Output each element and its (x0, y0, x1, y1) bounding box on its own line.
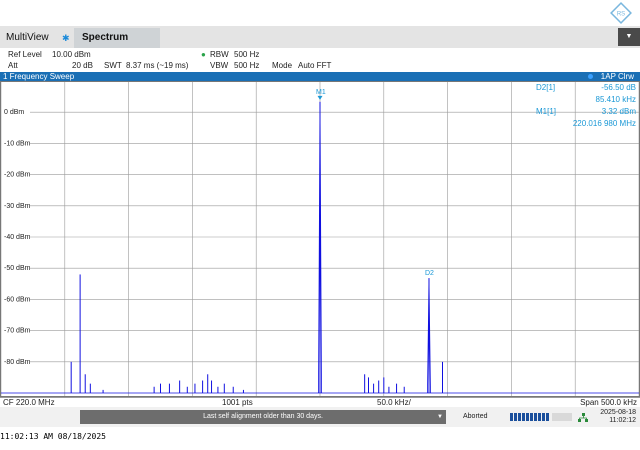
dropdown-menu-button[interactable]: ▼ (618, 28, 640, 46)
swt-label: SWT (104, 61, 122, 70)
status-time: 11:02:12 (609, 417, 636, 424)
marker-d2-label: D2 (425, 270, 434, 277)
top-bar: RS (0, 0, 640, 26)
spectrum-analyzer-window: RS MultiView ✱ Spectrum ▼ Ref Level 10.0… (0, 0, 640, 450)
network-icon (578, 413, 588, 422)
ref-level-label: Ref Level (8, 50, 42, 59)
swt-value[interactable]: 8.37 ms (~19 ms) (126, 61, 188, 70)
tab-multiview[interactable]: MultiView (6, 28, 49, 48)
status-date: 2025-08-18 (600, 409, 636, 416)
marker-freq: 220.016 980 MHz (572, 119, 636, 128)
progress-bar-remaining (552, 413, 572, 421)
y-tick-label: -80 dBm (4, 359, 31, 366)
y-tick-label: -20 dBm (4, 172, 31, 179)
y-tick-label: -50 dBm (4, 265, 31, 272)
marker-m1-label: M1 (316, 89, 326, 96)
footer-timestamp: 11:02:13 AM 08/18/2025 (0, 432, 106, 441)
chevron-down-icon[interactable]: ▼ (437, 410, 443, 424)
sweep-title: 1 Frequency Sweep (3, 72, 75, 81)
mode-value[interactable]: Auto FFT (298, 61, 331, 70)
rbw-indicator-icon: ● (201, 50, 206, 59)
spectrum-plot[interactable]: 0 dBm -10 dBm -20 dBm -30 dBm -40 dBm -50 dBm… (0, 81, 640, 397)
status-message-text: Last self alignment older than 30 days. (203, 413, 323, 420)
tab-spectrum[interactable]: Spectrum (74, 28, 160, 48)
marker-row-m1: M1[1] 3.32 dBm (516, 107, 636, 119)
vbw-value[interactable]: 500 Hz (234, 61, 259, 70)
trace-indicator-icon (588, 74, 593, 79)
y-tick-label: -70 dBm (4, 328, 31, 335)
measurement-settings: Ref Level 10.00 dBm Att 20 dB SWT 8.37 m… (0, 48, 640, 72)
ref-level-value[interactable]: 10.00 dBm (52, 50, 91, 59)
y-tick-label: -40 dBm (4, 234, 31, 241)
rbw-label: RBW (210, 50, 229, 59)
status-message[interactable]: Last self alignment older than 30 days. … (80, 410, 446, 424)
marker-value: -56.50 dB (601, 83, 636, 92)
progress-bar (510, 413, 550, 421)
rs-logo-icon: RS (610, 2, 632, 24)
marker-row-d2-freq: 85.410 kHz (516, 95, 636, 107)
marker-freq: 85.410 kHz (595, 95, 636, 104)
marker-name: M1[1] (536, 107, 557, 116)
sweep-header: 1 Frequency Sweep 1AP Clrw (0, 72, 640, 81)
rbw-value[interactable]: 500 Hz (234, 50, 259, 59)
tab-bar: MultiView ✱ Spectrum (0, 26, 640, 48)
y-tick-label: -10 dBm (4, 140, 31, 147)
marker-table: D2[1] -56.50 dB 85.410 kHz M1[1] 3.32 dB… (516, 83, 636, 131)
att-value[interactable]: 20 dB (72, 61, 93, 70)
att-label: Att (8, 61, 18, 70)
marker-value: 3.32 dBm (601, 107, 636, 116)
status-bar: Last self alignment older than 30 days. … (0, 407, 640, 427)
svg-text:RS: RS (617, 12, 625, 18)
mode-label: Mode (272, 61, 293, 70)
y-tick-label: 0 dBm (4, 109, 24, 116)
sweep-status: Aborted (463, 413, 488, 420)
date-time: 2025-08-18 11:02:12 (600, 409, 636, 425)
marker-row-m1-freq: 220.016 980 MHz (516, 119, 636, 131)
y-tick-label: -60 dBm (4, 296, 31, 303)
marker-name: D2[1] (536, 83, 556, 92)
y-tick-label: -30 dBm (4, 203, 31, 210)
marker-row-d2: D2[1] -56.50 dB (516, 83, 636, 95)
frequency-axis: CF 220.0 MHz 1001 pts 50.0 kHz/ Span 500… (0, 397, 640, 407)
vbw-label: VBW (210, 61, 229, 70)
marker-m1-icon (317, 95, 323, 100)
trace-info[interactable]: 1AP Clrw (601, 72, 634, 81)
tab-star-icon[interactable]: ✱ (62, 28, 70, 48)
